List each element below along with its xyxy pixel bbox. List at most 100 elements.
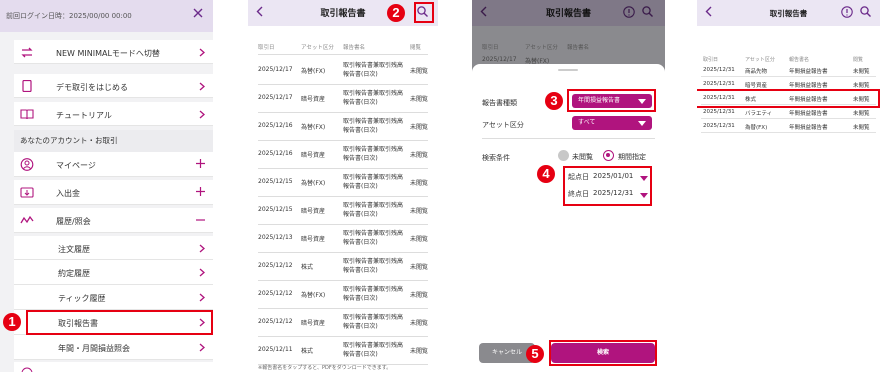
search-icon[interactable]	[642, 6, 653, 17]
chevron-right-icon	[199, 110, 205, 119]
highlight-box	[563, 166, 652, 206]
search-sheet: 報告書種類 年間損益報告書 3 アセット区分 すべて 検索条件 未閲覧 期間指定…	[472, 64, 665, 372]
cell: 2025/12/17	[482, 56, 517, 63]
sub-item-label: 年間・月間損益照会	[58, 344, 130, 353]
highlight-box	[697, 89, 880, 108]
wallet-icon	[20, 187, 34, 198]
globe-icon	[21, 367, 33, 372]
report-row[interactable]: 2025/12/12 暗号資産 取引報告書兼取引残高報告書(日次) 未閲覧	[258, 309, 428, 337]
plus-icon	[196, 187, 205, 196]
dimmed-list: 取引日 アセット区分 報告書名 2025/12/17 為替(FX)	[472, 26, 665, 66]
cell: 未閲覧	[410, 264, 429, 271]
sub-item-order-history[interactable]: 注文履歴	[14, 236, 213, 260]
cell: 2025/12/15	[258, 206, 293, 213]
menu-item-minimal[interactable]: NEW MINIMALモードへ切替	[14, 40, 213, 64]
drag-handle[interactable]	[558, 69, 578, 71]
condition-label: 検索条件	[482, 154, 510, 162]
chevron-right-icon	[199, 82, 205, 91]
menu-item-label: チュートリアル	[56, 111, 112, 120]
callout-1: 1	[3, 313, 21, 331]
cell: 2025/12/16	[258, 122, 293, 129]
book-icon	[20, 109, 34, 120]
asset-label: アセット区分	[482, 121, 524, 129]
report-row[interactable]: 2025/12/17 為替(FX) 取引報告書兼取引残高報告書(日次) 未閲覧	[258, 57, 428, 85]
chevron-right-icon	[199, 244, 205, 253]
report-row[interactable]: 2025/12/12 為替(FX) 取引報告書兼取引残高報告書(日次) 未閲覧	[258, 281, 428, 309]
close-icon[interactable]	[193, 8, 203, 18]
cell: 株式	[301, 348, 314, 355]
report-row[interactable]: 2025/12/15 暗号資産 取引報告書兼取引残高報告書(日次) 未閲覧	[258, 197, 428, 225]
menu-item-label: NEW MINIMALモードへ切替	[56, 49, 160, 58]
menu-header: 前回ログイン日時：2025/00/00 00:00	[0, 0, 213, 32]
cell: 未閲覧	[410, 320, 429, 327]
menu-item-label: マイページ	[56, 161, 96, 170]
menu-item-deposit[interactable]: 入出金	[14, 180, 213, 205]
cell: 未閲覧	[410, 152, 429, 159]
cell: 2025/12/31	[703, 81, 735, 87]
radio-unread[interactable]	[558, 150, 569, 161]
col-header: アセット区分	[525, 45, 558, 51]
sub-item-tick-history[interactable]: ティック履歴	[14, 285, 213, 310]
menu-item-label: 入出金	[56, 189, 80, 198]
menu-item-label: デモ取引をはじめる	[56, 83, 128, 92]
report-row[interactable]: 2025/12/12 株式 取引報告書兼取引残高報告書(日次) 未閲覧	[258, 253, 428, 281]
report-row[interactable]: 2025/12/11 株式 取引報告書兼取引残高報告書(日次) 未閲覧	[258, 337, 428, 365]
cell: 商品先物	[745, 69, 768, 75]
sub-item-pnl[interactable]: 年間・月間損益照会	[14, 335, 213, 360]
menu-item-mypage[interactable]: マイページ	[14, 152, 213, 177]
chart-icon	[20, 215, 34, 224]
col-header: 閲覧	[410, 45, 422, 51]
cell: 2025/12/31	[703, 109, 735, 115]
cell: 取引報告書兼取引残高報告書(日次)	[343, 342, 404, 358]
cell: 2025/12/12	[258, 318, 293, 325]
search-icon[interactable]	[860, 6, 871, 17]
cell: 年間損益報告書	[789, 69, 828, 75]
asset-select[interactable]: すべて	[572, 116, 652, 130]
radio-period[interactable]	[603, 150, 614, 161]
cell: 未閲覧	[410, 348, 429, 355]
cell: 未閲覧	[853, 69, 870, 75]
col-header: 閲覧	[853, 57, 864, 63]
nav-bar: 取引報告書	[472, 0, 665, 26]
report-row[interactable]: 2025/12/16 為替(FX) 取引報告書兼取引残高報告書(日次) 未閲覧	[258, 113, 428, 141]
menu-screen: 前回ログイン日時：2025/00/00 00:00 NEW MINIMALモード…	[0, 0, 213, 372]
info-icon[interactable]	[623, 6, 635, 18]
result-row[interactable]: 2025/12/31 商品先物 年間損益報告書 未閲覧	[701, 63, 876, 77]
col-header: 報告書名	[567, 45, 590, 51]
report-row[interactable]: 2025/12/16 暗号資産 取引報告書兼取引残高報告書(日次) 未閲覧	[258, 141, 428, 169]
report-row[interactable]: 2025/12/13 暗号資産 取引報告書兼取引残高報告書(日次) 未閲覧	[258, 225, 428, 253]
nav-bar: 取引報告書	[697, 0, 880, 26]
phone-icon	[22, 80, 32, 92]
sub-item-label: 注文履歴	[58, 245, 90, 254]
minus-icon	[196, 219, 205, 221]
result-row[interactable]: 2025/12/31 為替(FX) 年間損益報告書 未閲覧	[701, 119, 876, 133]
cell: 2025/12/31	[703, 67, 735, 73]
cell: 未閲覧	[853, 125, 870, 131]
radio-unread-label: 未閲覧	[572, 153, 593, 161]
cell: 取引報告書兼取引残高報告書(日次)	[343, 90, 404, 106]
chevron-right-icon	[199, 268, 205, 277]
col-header: 報告書名	[343, 45, 366, 51]
footnote: ※報告書名をタップすると、PDFをダウンロードできます。	[258, 365, 392, 371]
cell: 年間損益報告書	[789, 111, 828, 117]
col-header: アセット区分	[301, 45, 334, 51]
highlight-box	[549, 340, 657, 366]
page-title: 取引報告書	[320, 9, 366, 19]
report-list-screen: 取引報告書 2 取引日 アセット区分 報告書名 閲覧 2025/12/17 為替(…	[248, 0, 438, 372]
cell: 取引報告書兼取引残高報告書(日次)	[343, 62, 404, 78]
info-icon[interactable]	[841, 6, 853, 18]
sub-item-execution-history[interactable]: 約定履歴	[14, 260, 213, 285]
cell: 未閲覧	[853, 83, 870, 89]
report-row[interactable]: 2025/12/15 為替(FX) 取引報告書兼取引残高報告書(日次) 未閲覧	[258, 169, 428, 197]
col-header: 取引日	[258, 45, 275, 51]
menu-item-demo[interactable]: デモ取引をはじめる	[14, 74, 213, 98]
menu-item-label: 履歴/照会	[56, 217, 91, 226]
cell: 為替(FX)	[301, 292, 326, 299]
menu-item-history[interactable]: 履歴/照会	[14, 208, 213, 233]
report-row[interactable]: 2025/12/17 暗号資産 取引報告書兼取引残高報告書(日次) 未閲覧	[258, 85, 428, 113]
callout-4: 4	[537, 165, 555, 183]
cell: 2025/12/17	[258, 66, 293, 73]
menu-item-tutorial[interactable]: チュートリアル	[14, 102, 213, 126]
cell: 為替(FX)	[745, 125, 768, 131]
results-screen: 取引報告書 取引日 アセット区分 報告書名 閲覧 2025/12/31 商品先物年…	[697, 0, 880, 372]
